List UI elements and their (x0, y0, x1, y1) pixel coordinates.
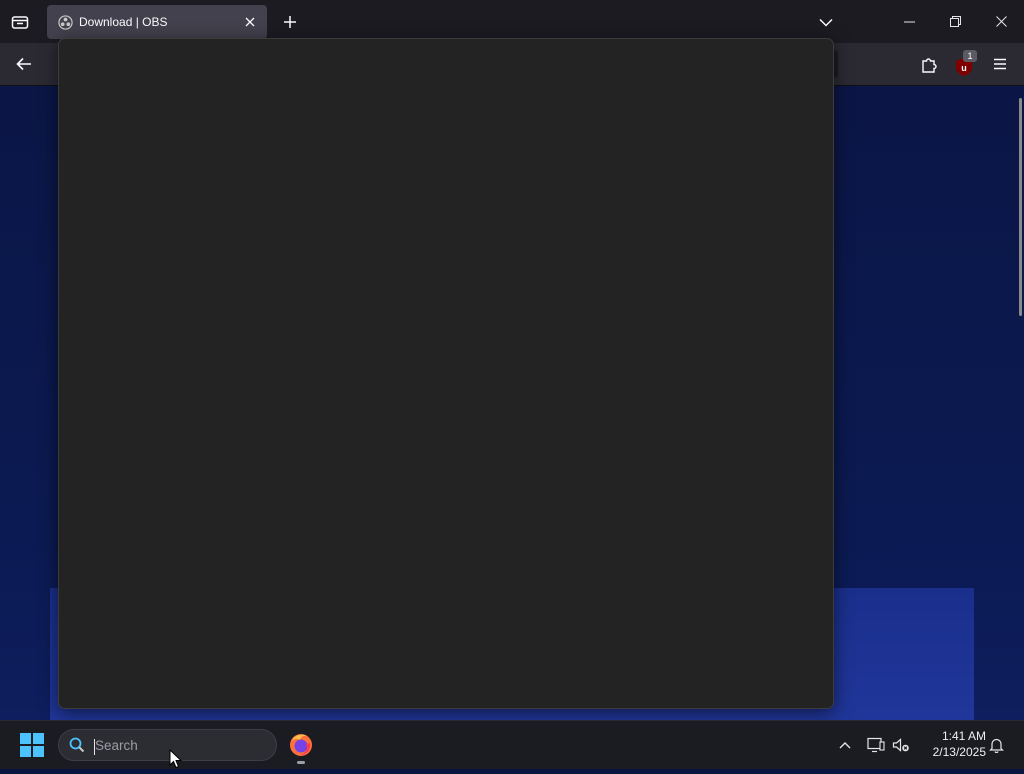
bell-icon[interactable] (986, 735, 1006, 755)
text-caret (94, 738, 95, 755)
arrow-left-icon[interactable] (12, 52, 36, 76)
puzzle-icon[interactable] (917, 52, 941, 76)
taskbar: Search 1:41 AM 2/13/2025 (0, 720, 1024, 769)
mouse-pointer-icon (169, 748, 183, 769)
clock-date: 2/13/2025 (932, 744, 986, 759)
network-icon[interactable] (866, 735, 886, 755)
ublock-origin-icon[interactable]: u 1 (952, 49, 980, 77)
browser-popup-panel[interactable] (58, 38, 834, 709)
hamburger-icon[interactable] (988, 52, 1012, 76)
clock-time: 1:41 AM (941, 729, 986, 743)
tab-active[interactable]: Download | OBS (47, 5, 267, 39)
chevron-up-icon[interactable] (835, 735, 855, 755)
system-clock[interactable]: 1:41 AM 2/13/2025 (920, 729, 986, 760)
chevron-down-icon[interactable] (814, 10, 838, 34)
tab-title: Download | OBS (79, 15, 168, 29)
restore-button[interactable] (932, 0, 978, 43)
minimize-button[interactable] (886, 0, 932, 43)
search-placeholder: Search (94, 737, 138, 755)
url-bar-edge[interactable] (46, 50, 58, 78)
svg-text:u: u (961, 63, 967, 73)
search-icon (68, 736, 86, 754)
page-scrollbar[interactable] (1019, 98, 1022, 316)
close-window-button[interactable] (978, 0, 1024, 43)
windows-logo-icon[interactable] (20, 733, 44, 757)
obs-favicon-icon (57, 14, 73, 30)
taskbar-search-input[interactable]: Search (58, 729, 277, 761)
volume-muted-icon[interactable] (891, 735, 911, 755)
plus-icon[interactable] (278, 10, 302, 34)
running-app-indicator (297, 761, 305, 764)
tab-overview-icon[interactable] (8, 10, 32, 34)
tab-bar: Download | OBS (0, 0, 1024, 43)
extension-badge: 1 (963, 50, 977, 62)
close-tab-icon[interactable] (238, 10, 262, 34)
firefox-icon[interactable] (288, 732, 314, 758)
